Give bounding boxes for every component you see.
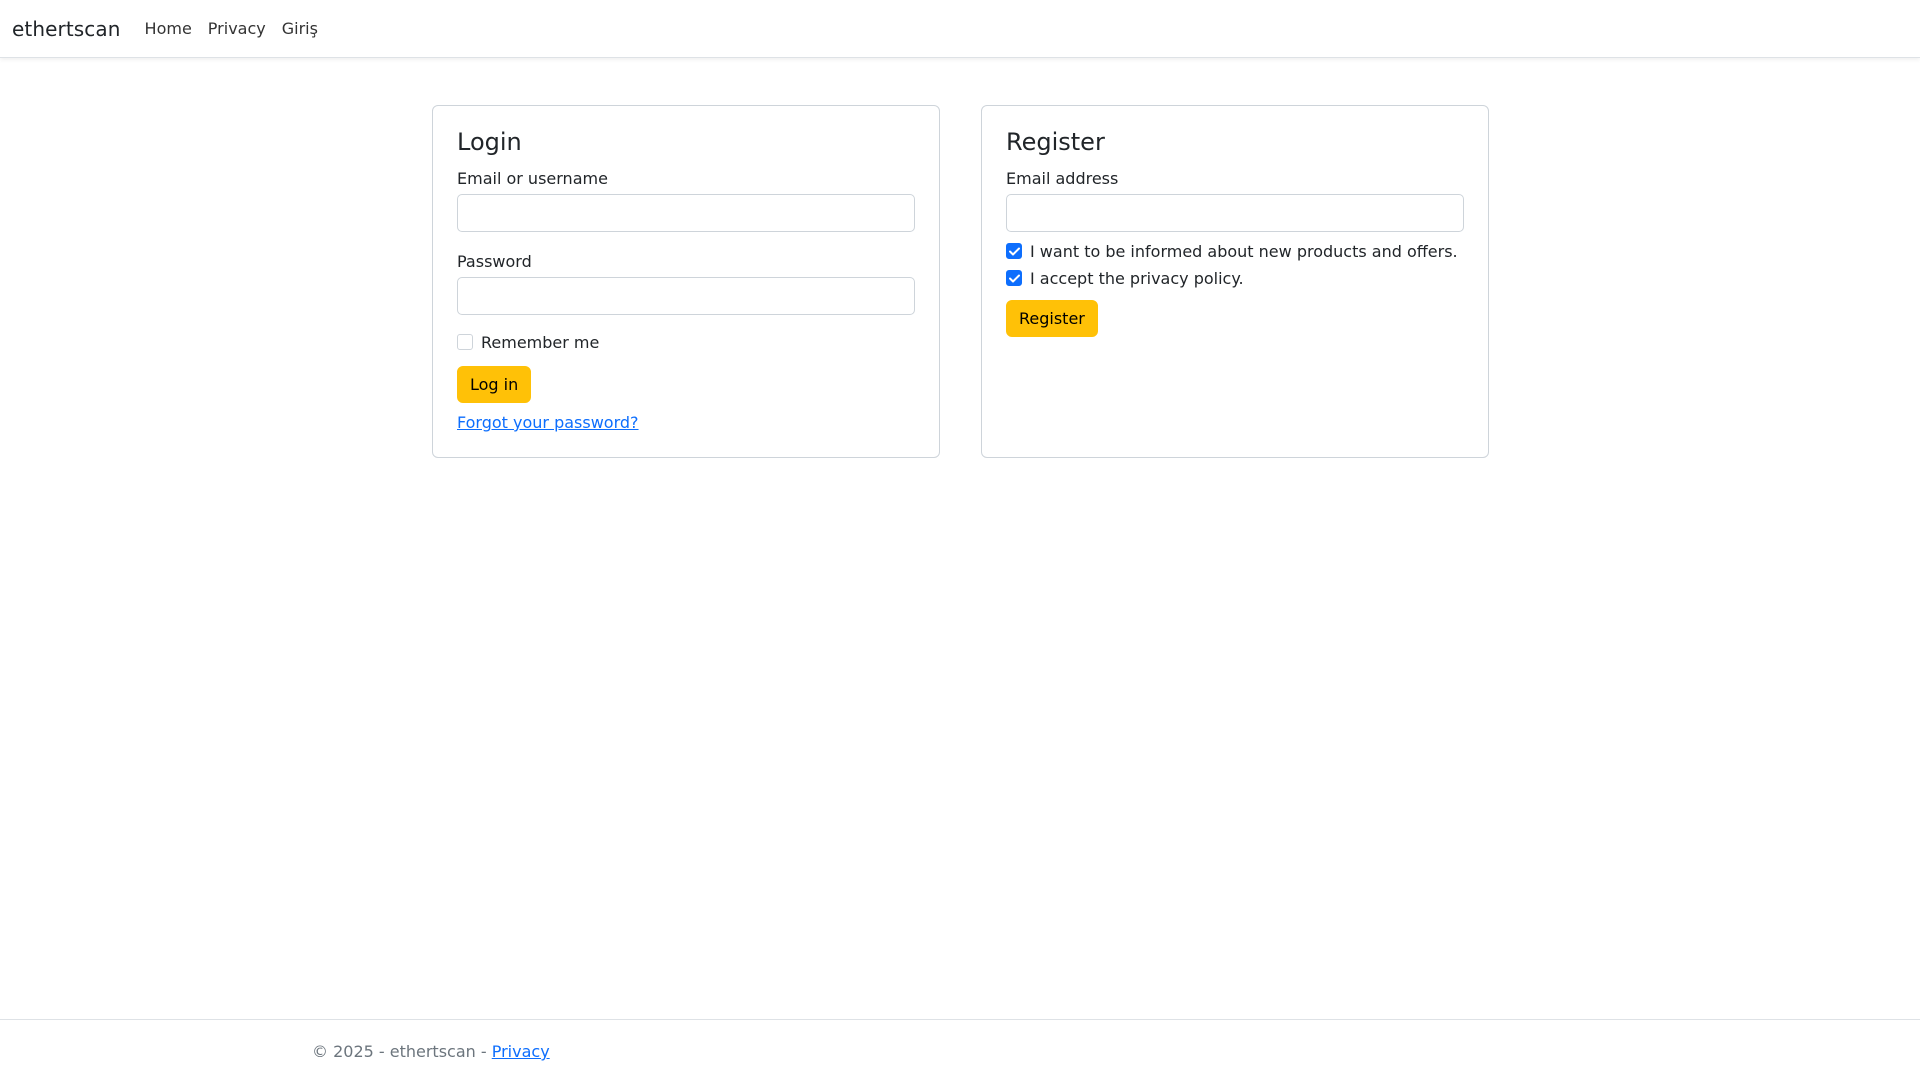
footer-text: © 2025 - ethertscan - Privacy: [312, 1042, 550, 1061]
checkmark-icon: [1008, 247, 1020, 256]
register-email-input[interactable]: [1006, 193, 1464, 232]
login-card: Login Email or username Password Remembe…: [432, 105, 940, 458]
nav-link-login[interactable]: Giriş: [282, 19, 318, 38]
privacy-label: I accept the privacy policy.: [1030, 268, 1244, 288]
register-card: Register Email address I want to be info…: [981, 105, 1489, 458]
footer-privacy-link[interactable]: Privacy: [492, 1042, 550, 1061]
page-footer: © 2025 - ethertscan - Privacy: [0, 1019, 1920, 1080]
nav-link-privacy[interactable]: Privacy: [208, 19, 266, 38]
login-email-label: Email or username: [457, 168, 608, 188]
footer-copyright: © 2025 - ethertscan -: [312, 1042, 492, 1061]
top-navbar: ethertscan Home Privacy Giriş: [0, 0, 1920, 58]
nav-link-home[interactable]: Home: [145, 19, 192, 38]
brand-link[interactable]: ethertscan: [12, 17, 121, 41]
newsletter-label: I want to be informed about new products…: [1030, 241, 1458, 261]
remember-me-label: Remember me: [481, 332, 600, 352]
checkmark-icon: [1008, 274, 1020, 283]
login-button[interactable]: Log in: [457, 365, 532, 403]
register-email-label: Email address: [1006, 168, 1119, 188]
newsletter-checkbox[interactable]: [1006, 243, 1022, 260]
register-title: Register: [1006, 128, 1105, 156]
newsletter-row: I want to be informed about new products…: [1006, 242, 1464, 261]
login-email-input[interactable]: [457, 193, 915, 232]
login-password-input[interactable]: [457, 276, 915, 315]
login-title: Login: [457, 128, 522, 156]
forgot-password-link[interactable]: Forgot your password?: [457, 413, 639, 432]
remember-me-row: Remember me: [457, 333, 915, 352]
remember-me-checkbox[interactable]: [457, 334, 473, 351]
privacy-checkbox[interactable]: [1006, 270, 1022, 287]
register-button[interactable]: Register: [1006, 299, 1098, 337]
login-password-label: Password: [457, 251, 532, 271]
privacy-row: I accept the privacy policy.: [1006, 269, 1464, 288]
